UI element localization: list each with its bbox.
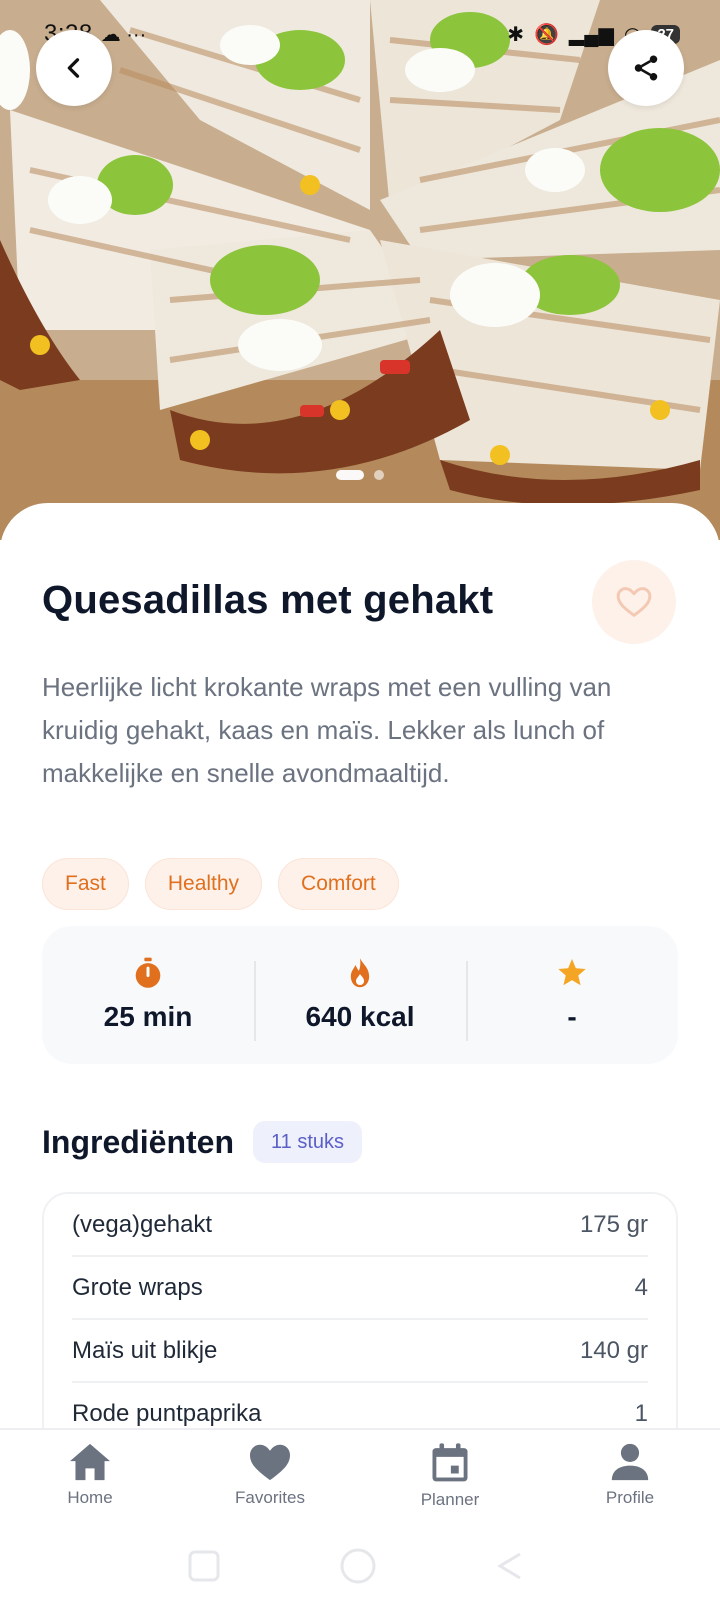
- mute-icon: 🔕: [534, 23, 559, 46]
- recents-icon: [188, 1550, 220, 1582]
- status-bar: 3:28 ☁ ··· ✱ 🔕 ▂▄▆ ◠ 27: [0, 14, 720, 54]
- heart-icon: [250, 1444, 290, 1481]
- share-icon: [634, 55, 658, 81]
- pager-dot[interactable]: [374, 470, 384, 480]
- system-nav-icons: [188, 1548, 521, 1584]
- ingredient-row: Maïs uit blikje 140 gr: [72, 1320, 648, 1383]
- recipe-title: Quesadillas met gehakt: [42, 578, 494, 622]
- ingredient-name: Rode puntpaprika: [72, 1399, 262, 1427]
- home-icon: [70, 1443, 110, 1481]
- stat-rating: -: [466, 957, 678, 1041]
- ingredient-row: Grote wraps 4: [72, 1257, 648, 1320]
- recipe-stats-card: 25 min 640 kcal -: [42, 926, 678, 1064]
- nav-profile-label: Profile: [605, 1488, 655, 1507]
- ingredient-row: (vega)gehakt 175 gr: [72, 1194, 648, 1257]
- tag-chip[interactable]: Comfort: [278, 858, 399, 910]
- ingredient-name: Grote wraps: [72, 1273, 203, 1301]
- system-navigation-bar: [0, 1528, 720, 1600]
- ingredient-amount: 1: [634, 1399, 648, 1427]
- ingredient-amount: 4: [634, 1273, 648, 1301]
- nav-planner-label: Planner: [420, 1490, 480, 1509]
- star-icon: [558, 959, 586, 986]
- tag-chip[interactable]: Fast: [42, 858, 129, 910]
- ingredients-list[interactable]: (vega)gehakt 175 gr Grote wraps 4 Maïs u…: [42, 1192, 678, 1452]
- ingredients-count-badge: 11 stuks: [253, 1121, 362, 1163]
- system-back-icon: [497, 1552, 521, 1580]
- bottom-navigation: Home Favorites Planner Profile: [0, 1428, 720, 1528]
- ingredient-name: Maïs uit blikje: [72, 1336, 218, 1364]
- bluetooth-icon: ✱: [507, 23, 525, 46]
- share-button[interactable]: [608, 30, 684, 106]
- image-pager[interactable]: [0, 470, 720, 480]
- stat-calories-value: 640 kcal: [305, 1001, 415, 1032]
- nav-home[interactable]: Home: [0, 1430, 180, 1528]
- person-icon: [611, 1443, 649, 1481]
- nav-favorites-label: Favorites: [235, 1488, 305, 1507]
- recipe-description: Heerlijke licht krokante wraps met een v…: [42, 672, 612, 788]
- flame-icon: [350, 958, 370, 988]
- nav-profile[interactable]: Profile: [540, 1430, 720, 1528]
- nav-home-label: Home: [67, 1488, 113, 1507]
- favorite-button[interactable]: [592, 560, 676, 644]
- chevron-left-icon: [67, 58, 80, 78]
- stopwatch-icon: [135, 957, 161, 988]
- notification-icons: ☁ ···: [100, 23, 147, 46]
- stat-calories: 640 kcal: [254, 957, 466, 1041]
- signal-icon: ▂▄▆: [568, 23, 614, 46]
- heart-outline-icon: [616, 587, 652, 617]
- ingredient-amount: 175 gr: [579, 1210, 648, 1238]
- nav-favorites[interactable]: Favorites: [180, 1430, 360, 1528]
- stat-time: 25 min: [42, 957, 254, 1033]
- tag-chip[interactable]: Healthy: [144, 858, 263, 910]
- tag-list: Fast Healthy Comfort: [42, 858, 399, 910]
- home-circle-icon: [340, 1548, 376, 1584]
- pager-dot-active[interactable]: [336, 470, 364, 480]
- stat-rating-value: -: [567, 1001, 577, 1032]
- ingredient-amount: 140 gr: [579, 1336, 648, 1364]
- nav-planner[interactable]: Planner: [360, 1430, 540, 1528]
- ingredients-heading: Ingrediënten: [42, 1124, 235, 1160]
- calendar-icon: [432, 1443, 468, 1482]
- ingredient-name: (vega)gehakt: [72, 1210, 213, 1238]
- back-button[interactable]: [36, 30, 112, 106]
- stat-time-value: 25 min: [103, 1001, 193, 1032]
